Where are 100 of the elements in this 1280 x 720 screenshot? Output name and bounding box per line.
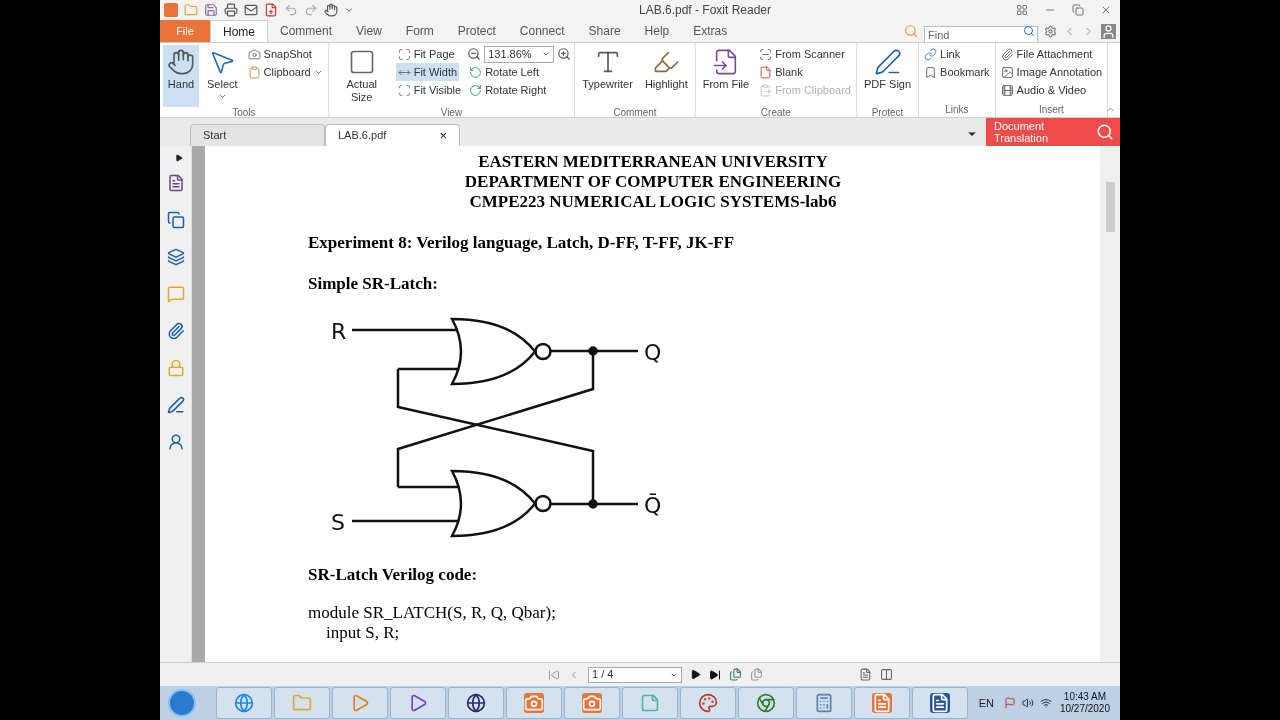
save-icon[interactable] bbox=[204, 3, 218, 17]
ribbon-button[interactable]: Fit Width bbox=[395, 63, 460, 81]
document-translation-button[interactable]: Document Translation bbox=[986, 118, 1120, 146]
code-line: input S, R; bbox=[325, 623, 401, 643]
attachment-icon[interactable] bbox=[166, 322, 185, 340]
undo-icon[interactable] bbox=[284, 3, 298, 17]
ribbon-button[interactable]: SnapShot bbox=[245, 45, 314, 63]
close-icon[interactable] bbox=[1100, 4, 1112, 16]
settings-icon[interactable] bbox=[1044, 24, 1057, 38]
ribbon-button[interactable]: Highlight bbox=[640, 45, 692, 107]
pdf-app-icon bbox=[872, 693, 892, 713]
ribbon-tab[interactable]: Home bbox=[210, 20, 268, 42]
rotate-left-icon bbox=[469, 65, 483, 79]
flag-icon[interactable] bbox=[1003, 697, 1016, 709]
scrollbar-thumb[interactable] bbox=[1105, 182, 1115, 232]
speaker-icon[interactable] bbox=[1021, 697, 1034, 709]
ribbon-button[interactable]: Actual Size bbox=[331, 45, 392, 107]
ribbon-button[interactable]: Hand bbox=[163, 45, 199, 107]
user-icon[interactable] bbox=[1101, 23, 1116, 39]
ribbon-button[interactable]: Clipboard bbox=[245, 63, 325, 81]
user-comment-icon[interactable] bbox=[166, 433, 185, 451]
grid-icon[interactable] bbox=[1016, 4, 1028, 16]
printer-icon[interactable] bbox=[224, 3, 238, 17]
zoom-combo[interactable]: 131.86% bbox=[484, 45, 555, 63]
next-page-icon[interactable] bbox=[690, 669, 701, 680]
group-label: Comment bbox=[612, 107, 658, 120]
globe-icon bbox=[466, 693, 486, 713]
ribbon-button[interactable]: Select bbox=[203, 45, 242, 107]
ribbon-button[interactable]: File Attachment bbox=[998, 45, 1095, 63]
expand-icon[interactable] bbox=[174, 154, 183, 162]
zoom-out-icon[interactable] bbox=[467, 47, 482, 61]
ribbon-tab[interactable]: Form bbox=[393, 20, 446, 42]
restore-icon[interactable] bbox=[1072, 4, 1084, 16]
network-icon[interactable] bbox=[1039, 697, 1052, 709]
single-page-icon[interactable] bbox=[859, 668, 872, 681]
ribbon-button[interactable]: Typewriter bbox=[578, 45, 637, 107]
fit-visible-icon bbox=[397, 83, 411, 97]
ribbon-tab[interactable]: View bbox=[344, 20, 394, 42]
taskbar-button[interactable] bbox=[390, 687, 446, 719]
ribbon-button[interactable]: Bookmark bbox=[922, 63, 992, 81]
ribbon-button[interactable]: Blank bbox=[757, 63, 805, 81]
ribbon-tab[interactable]: Connect bbox=[507, 20, 577, 42]
two-page-icon[interactable] bbox=[880, 668, 893, 681]
section-heading: Simple SR-Latch: bbox=[308, 274, 439, 294]
taskbar-button[interactable] bbox=[680, 687, 736, 719]
document-app-icon bbox=[930, 693, 950, 713]
pages-icon[interactable] bbox=[729, 668, 742, 681]
hand-icon[interactable] bbox=[324, 3, 338, 17]
taskbar-button[interactable] bbox=[448, 687, 504, 719]
ribbon-button[interactable]: From File bbox=[698, 45, 754, 107]
new-file-icon[interactable] bbox=[264, 3, 278, 17]
page-number-field[interactable]: 1 / 4 bbox=[588, 666, 682, 683]
ribbon-button[interactable]: Rotate Right bbox=[467, 81, 549, 99]
taskbar-button[interactable] bbox=[912, 687, 968, 719]
first-page-icon[interactable] bbox=[548, 668, 560, 681]
camera-icon bbox=[582, 693, 602, 713]
pages-icon[interactable] bbox=[166, 211, 185, 229]
last-page-icon[interactable] bbox=[709, 668, 721, 681]
ribbon-button[interactable]: Fit Visible bbox=[395, 81, 464, 99]
close-tab-icon[interactable]: × bbox=[439, 125, 447, 146]
ribbon-button[interactable]: Image Annotation bbox=[998, 63, 1105, 81]
document-tab[interactable]: Start bbox=[190, 124, 325, 146]
bookmark-icon bbox=[924, 65, 938, 79]
ribbon-button[interactable]: From Scanner bbox=[757, 45, 847, 63]
search-icon[interactable] bbox=[1023, 25, 1035, 37]
clock-date: 10/27/2020 bbox=[1059, 703, 1110, 715]
ribbon-button[interactable]: PDF Sign bbox=[860, 45, 916, 107]
group-label: Links bbox=[944, 104, 970, 117]
group-label: Create bbox=[759, 107, 792, 120]
pages-icon[interactable] bbox=[750, 668, 763, 681]
scanner-icon bbox=[759, 47, 773, 61]
layers-icon[interactable] bbox=[166, 248, 185, 266]
language-indicator[interactable]: EN bbox=[978, 694, 994, 712]
group-label: View bbox=[439, 107, 464, 120]
folder-icon[interactable] bbox=[184, 3, 198, 17]
redo-icon[interactable] bbox=[304, 3, 318, 17]
bookmark-page-icon[interactable] bbox=[166, 174, 185, 192]
ribbon-tab[interactable]: Help bbox=[632, 20, 682, 42]
palette-icon bbox=[698, 693, 718, 713]
fit-page-icon bbox=[397, 47, 411, 61]
section-heading: SR-Latch Verilog code: bbox=[308, 565, 479, 585]
clock-time: 10:43 AM bbox=[1063, 691, 1107, 703]
ribbon-button[interactable]: Audio & Video bbox=[998, 81, 1089, 99]
mail-icon[interactable] bbox=[244, 3, 258, 17]
zoom-in-icon[interactable] bbox=[557, 47, 572, 61]
input-label: S bbox=[331, 510, 345, 535]
group-label: Tools bbox=[231, 107, 257, 120]
ribbon-tab[interactable]: Extras bbox=[681, 20, 740, 42]
ribbon-tab[interactable]: Comment bbox=[268, 20, 345, 42]
ribbon-button[interactable]: Fit Page bbox=[395, 45, 457, 63]
ribbon-button[interactable]: Rotate Left bbox=[467, 63, 541, 81]
document-title: EASTERN MEDITERRANEAN UNIVERSITY bbox=[478, 152, 828, 172]
translate-icon bbox=[1096, 123, 1114, 141]
start-button[interactable] bbox=[168, 689, 196, 717]
browser-icon bbox=[234, 693, 254, 713]
ribbon-button[interactable]: Link bbox=[922, 45, 963, 63]
document-tab[interactable]: LAB.6.pdf × bbox=[325, 124, 460, 146]
signature-icon[interactable] bbox=[166, 396, 185, 414]
ribbon-tab[interactable]: Protect bbox=[445, 20, 508, 42]
ribbon-tab[interactable]: Share bbox=[576, 20, 633, 42]
